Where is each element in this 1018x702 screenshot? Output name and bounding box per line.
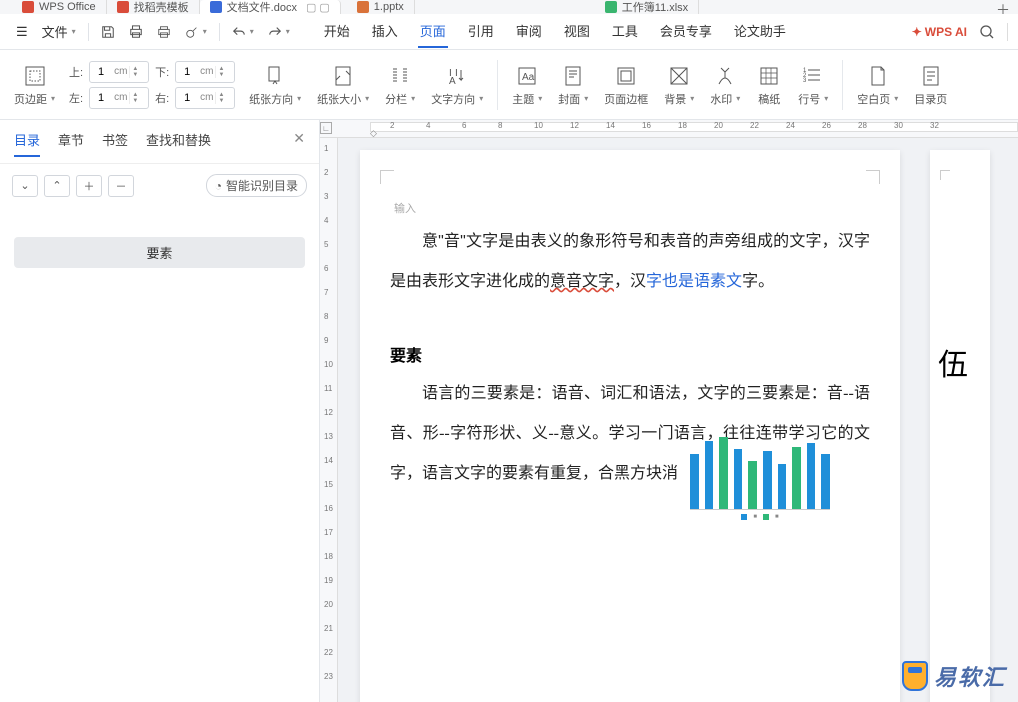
template-icon (117, 1, 129, 13)
navigation-pane: 目录 章节 书签 查找和替换 ✕ ⌄ ⌃ ＋ － ◔ 智能识别目录 要素 (0, 120, 320, 702)
document-page-2[interactable]: 伍 (930, 150, 990, 702)
paper-size-button[interactable]: 纸张大小 (311, 54, 375, 116)
columns-button[interactable]: 分栏 (379, 54, 421, 116)
watermark-button[interactable]: 水印 (704, 54, 746, 116)
margins-button[interactable]: 页边距 (8, 54, 61, 116)
smart-toc-button[interactable]: ◔ 智能识别目录 (206, 174, 307, 197)
blank-page-button[interactable]: 空白页 (851, 54, 904, 116)
wps-ai-button[interactable]: ✦ WPS AI (912, 25, 967, 39)
search-button[interactable] (979, 24, 995, 40)
margin-left-label: 左: (69, 90, 83, 106)
ppt-icon (357, 1, 369, 13)
page2-text: 伍 (938, 340, 982, 384)
svg-text:A: A (449, 76, 456, 87)
tab-page[interactable]: 页面 (418, 15, 448, 48)
remove-button[interactable]: － (108, 175, 134, 197)
theme-button[interactable]: Aa 主题 (506, 54, 548, 116)
background-button[interactable]: 背景 (658, 54, 700, 116)
svg-text:Aa: Aa (522, 72, 535, 83)
heading[interactable]: 要素 (390, 342, 870, 366)
document-page[interactable]: 输入 意"音"文字是由表义的象形符号和表音的声旁组成的文字，汉字是由表形文字进化… (360, 150, 900, 702)
nav-tab-toc[interactable]: 目录 (14, 130, 40, 157)
orientation-button[interactable]: 纸张方向 (243, 54, 307, 116)
tab-insert[interactable]: 插入 (370, 15, 400, 48)
clock-icon: ◔ (215, 179, 222, 193)
document-area: ∟ ◇ 2468101214161820222426283032 1234567… (320, 120, 1018, 702)
svg-text:3: 3 (803, 78, 807, 84)
draft-paper-button[interactable]: 稿纸 (750, 54, 788, 116)
tab-view[interactable]: 视图 (562, 15, 592, 48)
cover-button[interactable]: 封面 (552, 54, 594, 116)
margin-right-input[interactable]: cm▲▼ (175, 87, 235, 109)
redo-button[interactable]: ▾ (262, 21, 296, 43)
tab-xls[interactable]: 工作簿11.xlsx (595, 0, 699, 14)
vertical-ruler[interactable]: 1234567891011121314151617181920212223 (320, 138, 338, 702)
page-border-button[interactable]: 页面边框 (598, 54, 654, 116)
input-hint: 输入 (394, 200, 870, 216)
margin-right-label: 右: (155, 90, 169, 106)
nav-tab-bookmark[interactable]: 书签 (102, 130, 128, 157)
tab-templates[interactable]: 找稻壳模板 (107, 0, 200, 14)
tab-document[interactable]: 文档文件.docx ▢ ▢ (200, 0, 341, 14)
format-painter-button[interactable]: ▾ (179, 21, 213, 43)
file-label: 文件 (42, 22, 68, 41)
print-preview-button[interactable] (123, 21, 149, 43)
margin-values: 上: cm▲▼ 下: cm▲▼ 左: cm▲▼ 右: cm▲▼ (65, 59, 239, 111)
tab-review[interactable]: 审阅 (514, 15, 544, 48)
paragraph[interactable]: 意"音"文字是由表义的象形符号和表音的声旁组成的文字，汉字是由表形文字进化成的意… (390, 222, 870, 302)
margin-left-input[interactable]: cm▲▼ (89, 87, 149, 109)
wps-icon (22, 1, 34, 13)
text-direction-button[interactable]: IIA 文字方向 (425, 54, 489, 116)
tab-label: 找稻壳模板 (134, 0, 189, 15)
horizontal-ruler[interactable]: ∟ ◇ 2468101214161820222426283032 (320, 120, 1018, 138)
tab-ppt[interactable]: 1.pptx (347, 0, 415, 14)
collapse-button[interactable]: ⌄ (12, 175, 38, 197)
app-brand-tab[interactable]: WPS Office (12, 0, 107, 14)
hamburger-menu[interactable]: ☰ (10, 20, 34, 44)
app-name: WPS Office (39, 1, 96, 13)
window-controls-icon[interactable]: ▢ ▢ (306, 1, 330, 14)
print-button[interactable] (151, 21, 177, 43)
nav-close-button[interactable]: ✕ (293, 130, 305, 147)
tab-tools[interactable]: 工具 (610, 15, 640, 48)
margin-bottom-input[interactable]: cm▲▼ (175, 61, 235, 83)
save-button[interactable] (95, 21, 121, 43)
toc-page-button[interactable]: 目录页 (908, 54, 953, 116)
doc-icon (210, 1, 222, 13)
ai-icon: ✦ (912, 25, 922, 39)
toc-item[interactable]: 要素 (14, 237, 305, 268)
add-button[interactable]: ＋ (76, 175, 102, 197)
tab-stop-icon[interactable]: ∟ (320, 122, 332, 134)
margin-top-input[interactable]: cm▲▼ (89, 61, 149, 83)
line-number-button[interactable]: 123 行号 (792, 54, 834, 116)
tab-label: 工作簿11.xlsx (622, 0, 688, 15)
embedded-chart[interactable]: ■■ (690, 440, 830, 530)
margin-bottom-label: 下: (155, 64, 169, 80)
ai-label: WPS AI (925, 25, 967, 39)
indent-marker-icon[interactable]: ◇ (370, 128, 377, 139)
xls-icon (605, 1, 617, 13)
margin-top-label: 上: (69, 64, 83, 80)
watermark-icon (902, 661, 928, 691)
tab-label: 1.pptx (374, 1, 404, 13)
tab-label: 文档文件.docx (227, 0, 297, 15)
tab-reference[interactable]: 引用 (466, 15, 496, 48)
tab-member[interactable]: 会员专享 (658, 15, 714, 48)
ribbon-tabs: 开始 插入 页面 引用 审阅 视图 工具 会员专享 论文助手 (322, 15, 788, 48)
site-watermark: 易软汇 (902, 660, 1006, 692)
tab-start[interactable]: 开始 (322, 15, 352, 48)
tab-thesis[interactable]: 论文助手 (732, 15, 788, 48)
nav-tab-chapter[interactable]: 章节 (58, 130, 84, 157)
expand-button[interactable]: ⌃ (44, 175, 70, 197)
undo-button[interactable]: ▾ (226, 21, 260, 43)
nav-tab-find[interactable]: 查找和替换 (146, 130, 211, 157)
file-menu[interactable]: 文件 ▾ (36, 18, 82, 45)
